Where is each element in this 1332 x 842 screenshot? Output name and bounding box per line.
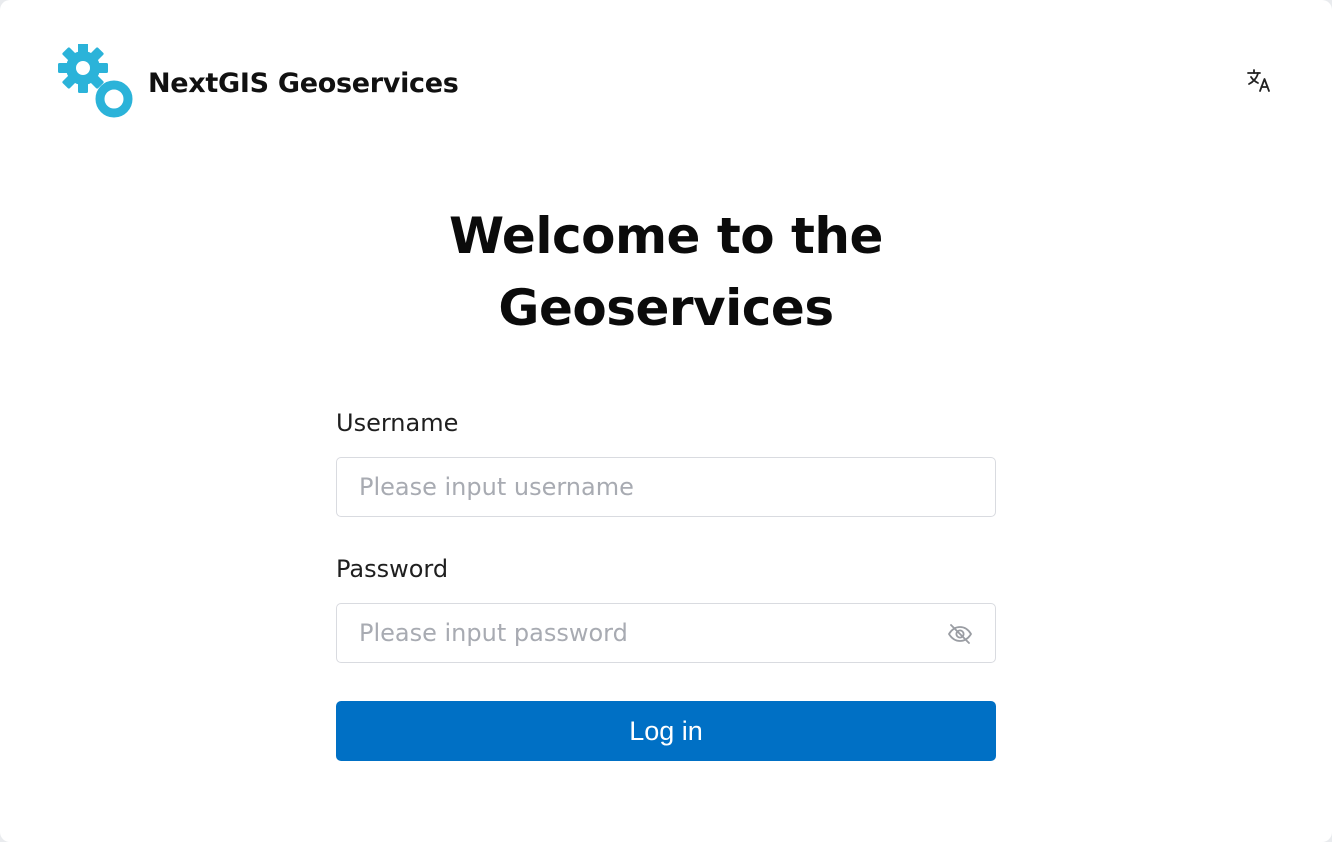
- page-title-line-1: Welcome to the: [449, 207, 883, 265]
- language-switch-button[interactable]: [1244, 66, 1274, 96]
- translate-icon: [1247, 69, 1270, 92]
- username-label: Username: [336, 409, 459, 437]
- password-input[interactable]: [337, 604, 919, 662]
- password-field: [336, 603, 996, 663]
- username-input[interactable]: [337, 458, 919, 516]
- password-visibility-toggle[interactable]: [947, 622, 973, 646]
- eye-off-icon: [948, 624, 972, 644]
- password-group: Password: [336, 551, 996, 663]
- login-button[interactable]: Log in: [336, 701, 996, 761]
- username-field: [336, 457, 996, 517]
- login-form: Username Password: [336, 405, 996, 761]
- app-window: NextGIS Geoservices Welcome to the Geose…: [0, 0, 1332, 842]
- page-title: Welcome to the Geoservices: [0, 200, 1332, 344]
- password-label: Password: [336, 555, 449, 583]
- username-group: Username: [336, 405, 996, 517]
- page-title-line-2: Geoservices: [498, 279, 834, 337]
- gears-logo-icon: [58, 44, 134, 118]
- app-title: NextGIS Geoservices: [148, 67, 459, 99]
- app-header: NextGIS Geoservices: [58, 44, 459, 118]
